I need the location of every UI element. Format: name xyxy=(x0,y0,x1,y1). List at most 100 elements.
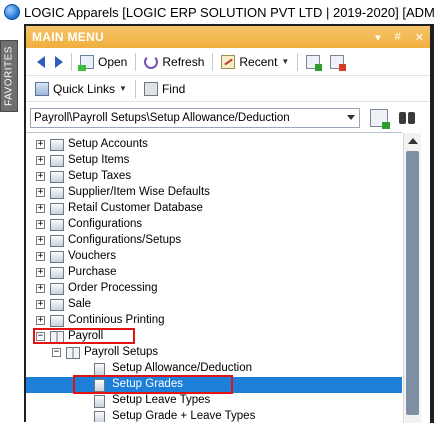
tree-item[interactable]: + Sale xyxy=(26,297,402,313)
module-icon xyxy=(50,139,64,151)
tree-item-label: Setup Items xyxy=(68,154,130,166)
expand-icon[interactable]: + xyxy=(36,268,45,277)
app-logo-icon xyxy=(4,4,20,20)
open-icon xyxy=(78,54,94,71)
favorites-tab[interactable]: FAVORITES xyxy=(0,40,18,112)
main-menu-header: MAIN MENU ▾ # ✕ xyxy=(26,26,432,48)
module-icon xyxy=(50,235,64,247)
module-icon xyxy=(50,187,64,199)
module-icon xyxy=(50,203,64,215)
back-button[interactable] xyxy=(32,51,50,73)
tree-item[interactable]: + Retail Customer Database xyxy=(26,201,402,217)
form-icon xyxy=(94,395,105,408)
toolbar-separator xyxy=(71,52,72,71)
expand-icon[interactable]: + xyxy=(36,220,45,229)
back-arrow-icon xyxy=(37,55,45,68)
module-icon xyxy=(50,315,64,327)
tree-item-label: Configurations xyxy=(68,218,143,230)
open-button[interactable]: Open xyxy=(75,51,132,73)
tree-item[interactable]: + Configurations xyxy=(26,217,402,233)
module-icon xyxy=(50,299,64,311)
module-icon xyxy=(50,251,64,263)
module-icon xyxy=(50,155,64,167)
collapse-icon[interactable]: − xyxy=(52,348,61,357)
tree-item-label: Retail Customer Database xyxy=(68,202,203,214)
remove-favorite-button[interactable] xyxy=(325,51,349,73)
tree-item-label: Order Processing xyxy=(68,282,158,294)
scroll-thumb[interactable] xyxy=(406,151,419,415)
expand-icon[interactable]: + xyxy=(36,188,45,197)
window-border xyxy=(430,24,434,423)
tree-item[interactable]: Setup Leave Types xyxy=(26,393,402,409)
menu-tree: + Setup Accounts + Setup Items + Setup Taxes +… xyxy=(26,132,402,422)
recent-button[interactable]: Recent ▼ xyxy=(216,51,294,73)
recent-label: Recent xyxy=(239,54,278,69)
expand-icon[interactable]: + xyxy=(36,300,45,309)
tree-item-label: Setup Leave Types xyxy=(112,394,211,406)
toolbar-separator xyxy=(212,52,214,71)
module-icon xyxy=(50,171,64,183)
tree-item-label: Setup Allowance/Deduction xyxy=(112,362,253,374)
expand-icon[interactable]: + xyxy=(36,316,45,325)
add-favorite-button[interactable] xyxy=(301,51,325,73)
toolbar-main: Open Refresh Recent ▼ xyxy=(26,48,432,76)
tree-item-label: Payroll Setups xyxy=(84,346,159,358)
tree-item[interactable]: − Payroll Setups xyxy=(26,345,402,361)
expand-icon[interactable]: + xyxy=(36,172,45,181)
tree-item[interactable]: + Continious Printing xyxy=(26,313,402,329)
favorites-label: FAVORITES xyxy=(3,46,15,106)
tree-item[interactable]: Setup Grade + Leave Types xyxy=(26,409,402,422)
find-icon xyxy=(143,81,158,96)
close-icon[interactable]: ✕ xyxy=(415,31,424,44)
menu-path-combobox[interactable]: Payroll\Payroll Setups\Setup Allowance/D… xyxy=(30,108,360,128)
book-icon xyxy=(66,347,80,359)
form-icon xyxy=(94,411,105,422)
tree-scrollbar[interactable] xyxy=(403,133,421,423)
expand-icon[interactable]: + xyxy=(36,236,45,245)
pin-icon[interactable]: # xyxy=(395,31,401,44)
find-button[interactable]: Find xyxy=(139,78,190,100)
menu-path-value: Payroll\Payroll Setups\Setup Allowance/D… xyxy=(34,112,290,124)
tree-item-label: Supplier/Item Wise Defaults xyxy=(68,186,210,198)
expand-icon[interactable]: + xyxy=(36,140,45,149)
scroll-up-icon[interactable] xyxy=(408,138,418,144)
add-favorite-icon xyxy=(306,54,323,71)
tree-item[interactable]: + Setup Accounts xyxy=(26,137,402,153)
tree-item-label: Continious Printing xyxy=(68,314,165,326)
forward-button[interactable] xyxy=(50,51,68,73)
highlight-box-payroll xyxy=(33,328,135,344)
tree-item[interactable]: + Purchase xyxy=(26,265,402,281)
tree-item[interactable]: + Configurations/Setups xyxy=(26,233,402,249)
quick-links-icon xyxy=(35,81,49,96)
dropdown-icon[interactable]: ▾ xyxy=(375,31,381,44)
expand-icon[interactable]: + xyxy=(36,204,45,213)
module-icon xyxy=(50,267,64,279)
window-title: LOGIC Apparels [LOGIC ERP SOLUTION PVT L… xyxy=(24,4,434,20)
refresh-button[interactable]: Refresh xyxy=(139,51,209,73)
tree-item-label: Setup Taxes xyxy=(68,170,132,182)
tree-item[interactable]: + Setup Taxes xyxy=(26,169,402,185)
header-controls: ▾ # ✕ xyxy=(375,31,432,44)
expand-icon[interactable]: + xyxy=(36,284,45,293)
expand-icon[interactable]: + xyxy=(36,156,45,165)
highlight-box-setup-grades xyxy=(73,375,233,394)
module-icon xyxy=(50,219,64,231)
tree-item-label: Setup Grade + Leave Types xyxy=(112,410,256,422)
go-to-path-icon[interactable] xyxy=(370,109,390,129)
tree-item-label: Sale xyxy=(68,298,92,310)
quick-links-label: Quick Links xyxy=(53,81,116,96)
main-menu-title: MAIN MENU xyxy=(32,30,105,44)
module-icon xyxy=(50,283,64,295)
tree-item[interactable]: + Setup Items xyxy=(26,153,402,169)
chevron-down-icon[interactable] xyxy=(347,115,355,120)
tree-item[interactable]: + Order Processing xyxy=(26,281,402,297)
expand-icon[interactable]: + xyxy=(36,252,45,261)
quick-links-dropdown-icon: ▼ xyxy=(119,84,127,93)
binoculars-icon[interactable] xyxy=(398,109,416,127)
main-menu-panel: MAIN MENU ▾ # ✕ Open Refresh Recent ▼ Qu… xyxy=(24,24,432,423)
toolbar-separator xyxy=(134,79,136,98)
recent-icon xyxy=(221,54,236,69)
tree-item[interactable]: + Supplier/Item Wise Defaults xyxy=(26,185,402,201)
quick-links-button[interactable]: Quick Links ▼ xyxy=(30,78,132,100)
tree-item[interactable]: + Vouchers xyxy=(26,249,402,265)
